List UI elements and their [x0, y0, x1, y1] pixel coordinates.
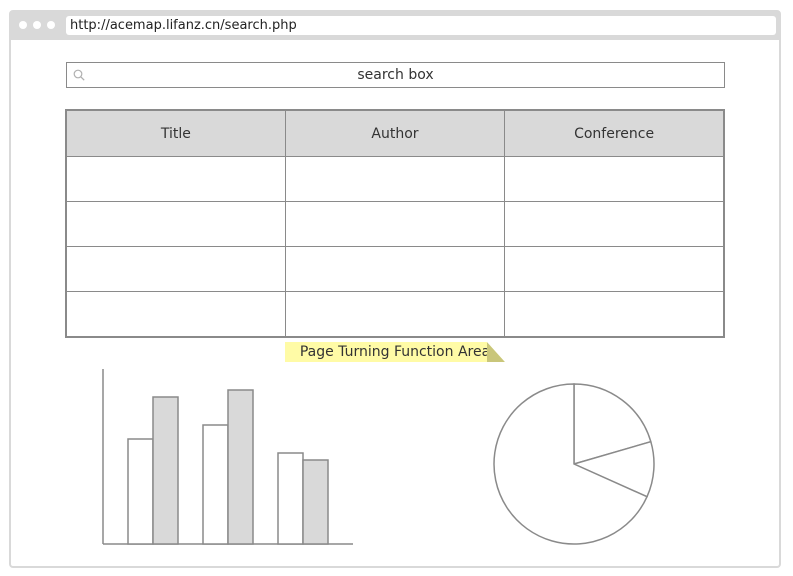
page-turning-label: Page Turning Function Area [299, 344, 491, 360]
bar [277, 452, 304, 545]
window-maximize-dot-icon[interactable] [47, 21, 55, 29]
bar [202, 424, 229, 545]
table-cell [504, 201, 725, 247]
bar [302, 459, 329, 545]
table-cell [284, 201, 506, 247]
table-cell [65, 156, 286, 202]
table-row[interactable] [65, 201, 725, 247]
note-fold-icon [487, 342, 505, 362]
results-table: Title Author Conference [65, 109, 725, 338]
address-bar-url: http://acemap.lifanz.cn/search.php [70, 18, 297, 33]
address-bar[interactable]: http://acemap.lifanz.cn/search.php [66, 16, 776, 35]
table-row[interactable] [65, 291, 725, 338]
column-header-title[interactable]: Title [65, 109, 286, 157]
browser-titlebar: http://acemap.lifanz.cn/search.php [11, 12, 779, 40]
table-cell [504, 246, 725, 292]
table-cell [504, 291, 725, 338]
bar [127, 438, 154, 545]
table-cell [65, 246, 286, 292]
search-box[interactable] [66, 62, 725, 88]
table-cell [504, 156, 725, 202]
pie-chart [493, 383, 655, 545]
table-cell [284, 246, 506, 292]
column-header-conference[interactable]: Conference [504, 109, 725, 157]
table-row[interactable] [65, 156, 725, 202]
bar [152, 396, 179, 545]
table-cell [65, 291, 286, 338]
column-header-author[interactable]: Author [284, 109, 506, 157]
table-row[interactable] [65, 246, 725, 292]
window-minimize-dot-icon[interactable] [33, 21, 41, 29]
window-close-dot-icon[interactable] [19, 21, 27, 29]
table-header-row: Title Author Conference [65, 109, 725, 157]
search-icon [73, 69, 85, 81]
bar [227, 389, 254, 545]
page-turning-area[interactable]: Page Turning Function Area [285, 342, 505, 362]
table-cell [65, 201, 286, 247]
search-input[interactable] [93, 63, 698, 87]
bar-chart [102, 369, 353, 545]
table-cell [284, 291, 506, 338]
table-cell [284, 156, 506, 202]
